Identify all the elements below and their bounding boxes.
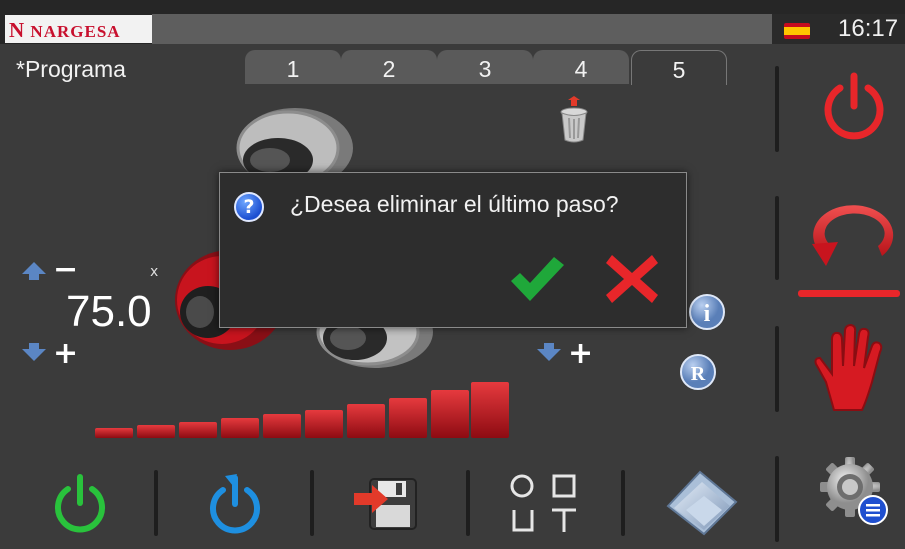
confirm-delete-dialog: ? ¿Desea eliminar el último paso? <box>219 172 687 328</box>
rotate-icon[interactable] <box>804 196 900 276</box>
hand-stop-icon[interactable] <box>812 322 888 412</box>
delete-step-icon[interactable] <box>558 96 590 144</box>
restart-icon[interactable] <box>203 470 267 538</box>
step-bar <box>137 425 175 438</box>
screen: N NARGESA 16:17 *Programa 1 2 3 4 5 − x … <box>0 0 905 549</box>
tab-1[interactable]: 1 <box>245 50 341 84</box>
step-bar <box>471 382 509 438</box>
logo-initial: N <box>9 18 26 42</box>
import-save-icon[interactable] <box>352 475 418 531</box>
axis-label-x: x <box>150 264 159 280</box>
clock: 16:17 <box>838 15 899 42</box>
folder-icon[interactable] <box>664 466 740 536</box>
cross-icon[interactable] <box>606 253 658 305</box>
reset-glyph: R <box>691 363 706 385</box>
x-position-value[interactable]: 75.0 <box>66 287 152 337</box>
tab-3[interactable]: 3 <box>437 50 533 84</box>
step-bar <box>95 428 133 438</box>
shape-tools-icon[interactable] <box>508 472 582 534</box>
check-icon[interactable] <box>508 255 566 303</box>
question-icon: ? <box>234 192 264 222</box>
bottom-divider <box>466 470 470 536</box>
plus-sign-right: + <box>568 336 594 371</box>
dialog-message: ¿Desea eliminar el último paso? <box>290 191 619 217</box>
decrease-x-arrow-icon[interactable] <box>22 343 46 361</box>
panel-divider <box>775 196 779 280</box>
rotate-active-indicator <box>798 290 900 297</box>
nargesa-logo: N NARGESA <box>5 15 152 43</box>
program-label: *Programa <box>16 56 126 82</box>
title-strip <box>152 14 772 44</box>
plus-sign-left: + <box>53 336 79 371</box>
tab-4[interactable]: 4 <box>533 50 629 84</box>
increase-x-arrow-icon[interactable] <box>22 262 46 280</box>
step-bar <box>431 390 469 438</box>
step-bar <box>389 398 427 438</box>
logo-brand: NARGESA <box>30 22 121 41</box>
panel-divider <box>775 66 779 152</box>
reset-icon[interactable]: R <box>679 353 717 391</box>
power-on-icon[interactable] <box>50 473 110 537</box>
tab-2[interactable]: 2 <box>341 50 437 84</box>
decrease-y-arrow-icon[interactable] <box>537 343 561 361</box>
minus-sign: − <box>53 252 79 287</box>
step-bar <box>179 422 217 438</box>
info-icon[interactable]: i <box>688 293 726 331</box>
step-bar <box>305 410 343 438</box>
step-bar <box>263 414 301 438</box>
spain-flag-icon[interactable] <box>784 23 810 39</box>
steps-ramp <box>95 382 509 438</box>
bottom-divider <box>621 470 625 536</box>
info-glyph: i <box>704 301 711 327</box>
settings-icon[interactable] <box>818 455 890 527</box>
step-bar <box>347 404 385 438</box>
panel-divider <box>775 326 779 412</box>
status-area: 16:17 <box>772 14 905 44</box>
top-bar: N NARGESA 16:17 <box>0 0 905 44</box>
power-off-icon[interactable] <box>818 70 890 146</box>
tab-5[interactable]: 5 <box>631 50 727 85</box>
bottom-divider <box>310 470 314 536</box>
panel-divider <box>775 456 779 542</box>
step-bar <box>221 418 259 438</box>
bottom-divider <box>154 470 158 536</box>
